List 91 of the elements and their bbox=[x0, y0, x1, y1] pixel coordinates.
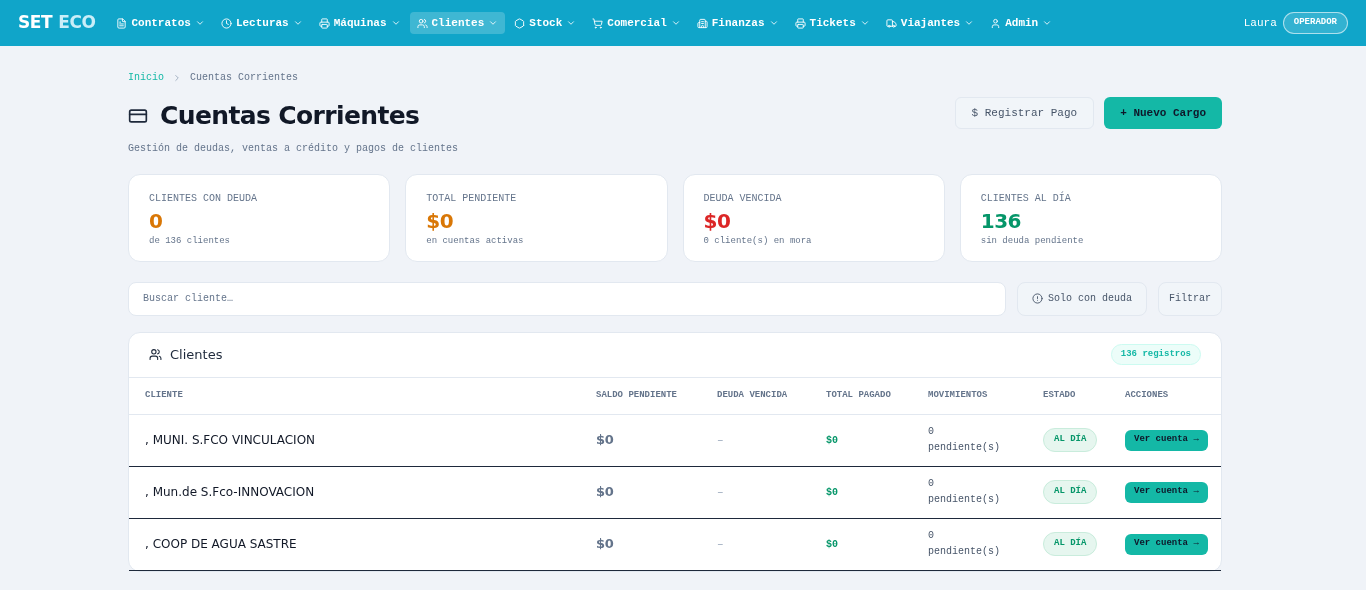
brand-logo: SET bbox=[18, 11, 53, 35]
column-header: ACCIONES bbox=[1125, 388, 1170, 402]
movements-count: 0 bbox=[928, 529, 935, 543]
view-account-button[interactable]: Ver cuenta → bbox=[1125, 533, 1208, 555]
chevron-down-icon bbox=[670, 18, 681, 28]
overdue-cell-text: – bbox=[717, 484, 725, 500]
nav-menu-item[interactable]: Comercial bbox=[585, 12, 688, 34]
stat-value: $0 bbox=[703, 207, 732, 234]
stat-value: 0 bbox=[149, 207, 164, 234]
column-header: TOTAL PAGADO bbox=[826, 388, 892, 402]
paid-cell-text: $0 bbox=[826, 537, 839, 552]
chevron-down-icon bbox=[566, 18, 577, 28]
movements-count: 0 bbox=[928, 425, 935, 439]
file-icon bbox=[116, 17, 128, 29]
stat-label: CLIENTES AL DÍA bbox=[980, 190, 1072, 206]
client-name: , COOP DE AGUA SASTRE bbox=[145, 536, 298, 553]
paid-cell-text: $0 bbox=[826, 433, 839, 448]
nav-menu-item[interactable]: Admin bbox=[983, 12, 1060, 34]
clock-icon bbox=[220, 17, 232, 29]
column-header: SALDO PENDIENTE bbox=[596, 388, 678, 402]
chevron-down-icon bbox=[1042, 18, 1053, 28]
column-header: CLIENTE bbox=[145, 388, 184, 402]
chevron-down-icon bbox=[859, 18, 870, 28]
column-header: ESTADO bbox=[1043, 388, 1077, 402]
stat-note: sin deuda pendiente bbox=[980, 234, 1085, 248]
chevron-down-icon bbox=[768, 18, 779, 28]
nav-menu-item[interactable]: Clientes bbox=[409, 12, 506, 34]
movements-count: 0 bbox=[928, 477, 935, 491]
column-header: DEUDA VENCIDA bbox=[717, 388, 789, 402]
printer-icon bbox=[318, 17, 330, 29]
stat-label: TOTAL PENDIENTE bbox=[426, 191, 518, 206]
nav-menu-item[interactable]: Tickets bbox=[787, 12, 877, 34]
role-badge: OPERADOR bbox=[1282, 12, 1348, 34]
paid-cell-text: $0 bbox=[826, 485, 839, 500]
pending-label: pendiente(s) bbox=[928, 493, 1001, 507]
new-charge-button[interactable]: + Nuevo Cargo bbox=[1104, 97, 1222, 129]
balance-cell-text: $0 bbox=[596, 535, 615, 554]
view-account-button[interactable]: Ver cuenta → bbox=[1125, 429, 1208, 451]
status-badge: AL DÍA bbox=[1043, 428, 1098, 452]
hexagon-icon bbox=[514, 17, 526, 29]
status-badge: AL DÍA bbox=[1043, 532, 1098, 556]
pending-label: pendiente(s) bbox=[928, 441, 1001, 455]
chevron-down-icon bbox=[194, 18, 205, 28]
stat-value: $0 bbox=[426, 207, 455, 234]
stat-label: DEUDA VENCIDA bbox=[703, 191, 783, 206]
breadcrumb-current: Cuentas Corrientes bbox=[190, 71, 299, 85]
page-subtitle: Gestión de deudas, ventas a crédito y pagos de clientes bbox=[128, 141, 459, 156]
client-name: , Mun.de S.Fco-INNOVACION bbox=[145, 484, 316, 501]
register-payment-button[interactable]: $ Registrar Pago bbox=[954, 97, 1095, 129]
status-badge: AL DÍA bbox=[1043, 480, 1098, 504]
user-icon bbox=[990, 17, 1002, 29]
filter-button[interactable]: Filtrar bbox=[1158, 281, 1222, 316]
breadcrumb-link[interactable]: Inicio bbox=[128, 70, 164, 85]
user-name: Laura bbox=[1243, 15, 1277, 31]
nav-menu-item[interactable]: Finanzas bbox=[689, 12, 786, 34]
view-account-button[interactable]: Ver cuenta → bbox=[1125, 481, 1208, 503]
building-icon bbox=[696, 17, 708, 29]
client-name: , MUNI. S.FCO VINCULACION bbox=[145, 432, 317, 449]
nav-menu-item[interactable]: Lecturas bbox=[213, 12, 310, 34]
page-title: Cuentas Corrientes bbox=[160, 100, 420, 132]
nav-menu-item[interactable]: Viajantes bbox=[878, 12, 982, 34]
users-icon bbox=[416, 17, 428, 29]
chevron-down-icon bbox=[964, 18, 975, 28]
chevron-down-icon bbox=[488, 18, 499, 28]
column-header: MOVIMIENTOS bbox=[928, 388, 989, 402]
printer-icon bbox=[794, 17, 806, 29]
stat-note: de 136 clientes bbox=[149, 234, 231, 248]
balance-cell-text: $0 bbox=[596, 431, 615, 450]
overdue-cell-text: – bbox=[717, 536, 725, 552]
chevron-down-icon bbox=[292, 18, 303, 28]
stat-note: 0 cliente(s) en mora bbox=[703, 234, 813, 248]
chevron-right-icon bbox=[172, 72, 182, 83]
only-debt-button[interactable]: Solo con deuda bbox=[1016, 281, 1147, 316]
stat-label: CLIENTES CON DEUDA bbox=[149, 191, 259, 206]
nav-menu-item[interactable]: Máquinas bbox=[311, 12, 408, 34]
table-title: Clientes bbox=[170, 345, 223, 364]
nav-menu-item[interactable]: Stock bbox=[507, 12, 584, 34]
overdue-cell-text: – bbox=[717, 432, 725, 448]
cart-icon bbox=[592, 17, 604, 29]
alert-circle-icon bbox=[1031, 293, 1043, 304]
truck-icon bbox=[885, 17, 897, 29]
chevron-down-icon bbox=[390, 18, 401, 28]
search-field[interactable]: Buscar cliente… bbox=[128, 281, 1006, 316]
balance-cell-text: $0 bbox=[596, 483, 615, 502]
users-icon bbox=[149, 348, 162, 361]
pending-label: pendiente(s) bbox=[928, 545, 1001, 559]
brand-logo: ECO bbox=[58, 11, 96, 35]
records-count-badge: 136 registros bbox=[1110, 343, 1201, 366]
nav-menu-item[interactable]: Contratos bbox=[109, 12, 212, 34]
stat-value: 136 bbox=[980, 207, 1022, 234]
stat-note: en cuentas activas bbox=[426, 234, 525, 248]
